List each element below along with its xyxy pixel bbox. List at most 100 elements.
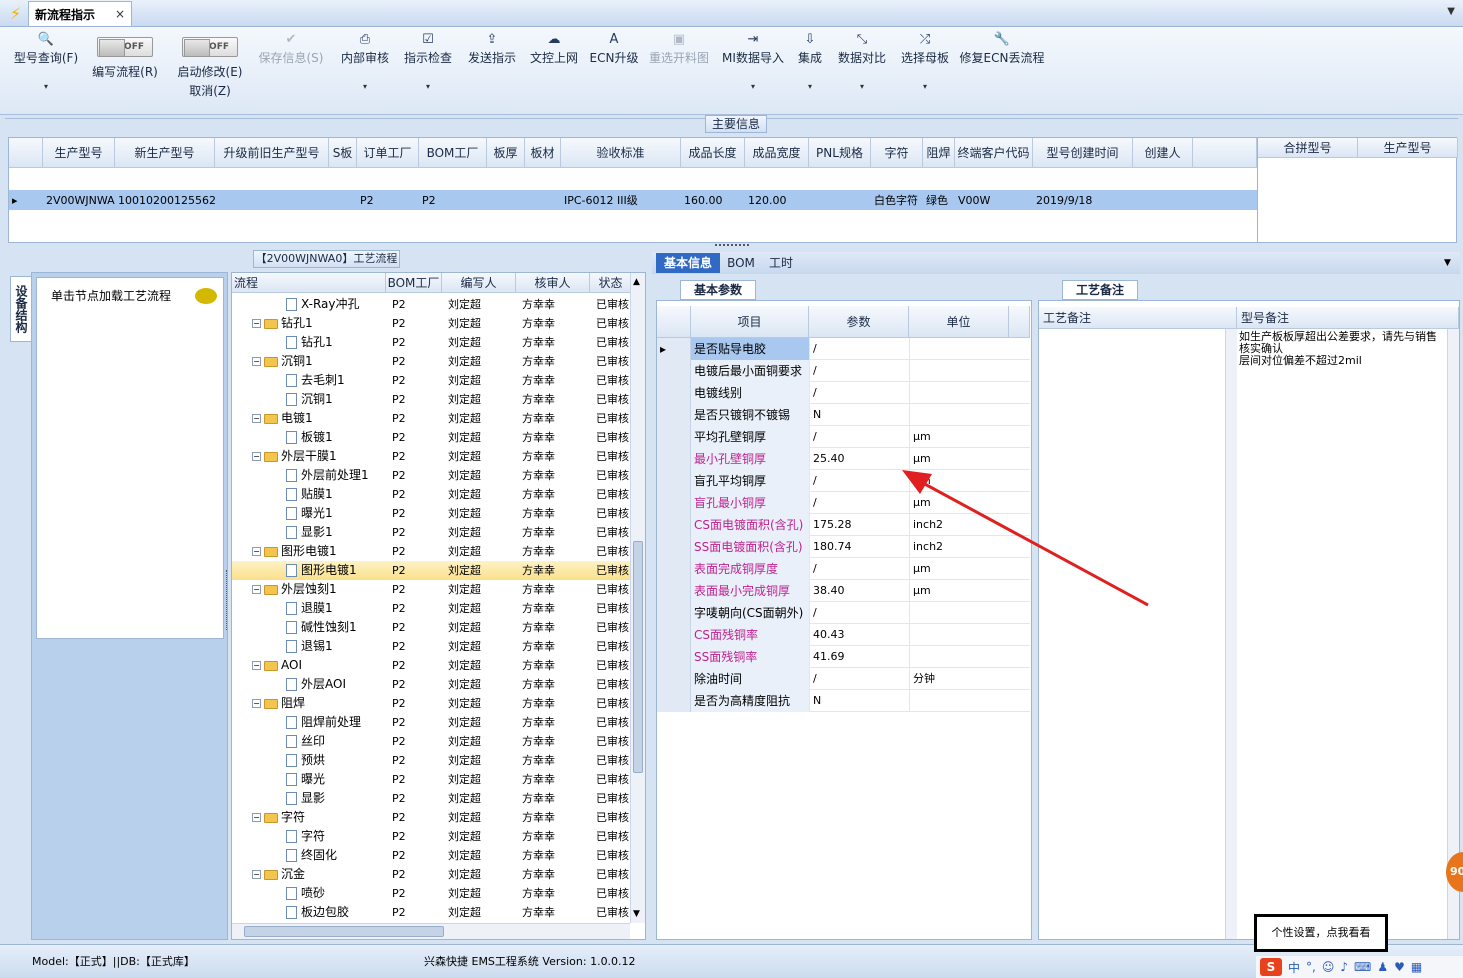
collapse-icon[interactable]: − [252,870,261,879]
row-header[interactable] [657,668,691,690]
column-header[interactable]: 终端客户代码 [955,138,1033,168]
tree-row[interactable]: 图形电镀1 P2 刘定超 方幸幸 已审核 [232,561,632,580]
row-header[interactable] [657,404,691,426]
tree-row[interactable]: 碱性蚀刻1 P2 刘定超 方幸幸 已审核 [232,618,632,637]
row-header[interactable] [657,382,691,404]
left-splitter[interactable] [226,570,230,630]
tree-node[interactable]: − 钻孔1 [252,314,386,333]
tree-node[interactable]: 终固化 [286,846,386,865]
dropdown-arrow-icon[interactable]: ▾ [718,82,788,91]
tree-row[interactable]: 钻孔1 P2 刘定超 方幸幸 已审核 [232,333,632,352]
tree-node[interactable]: 板边包胶 [286,903,386,922]
table-cell[interactable]: 白色字符 [871,190,923,210]
param-value[interactable]: 40.43 [809,624,909,646]
dropdown-arrow-icon[interactable]: ▾ [896,82,954,91]
param-row[interactable]: 平均孔壁铜厚 / μm [657,426,1030,448]
table-cell[interactable]: P2 [357,190,419,210]
toolbar-button-14[interactable]: 🔧 修复ECN丢流程 [958,31,1046,111]
tab-detail-2[interactable]: 工时 [764,253,798,273]
chevron-down-icon[interactable]: ▼ [1444,258,1451,268]
tree-node[interactable]: X-Ray冲孔 [286,295,386,314]
param-row[interactable]: CS面残铜率 40.43 [657,624,1030,646]
tree-row[interactable]: − 电镀1 P2 刘定超 方幸幸 已审核 [232,409,632,428]
column-header[interactable]: PNL规格 [809,138,871,168]
tree-node[interactable]: 贴膜1 [286,485,386,504]
ime-punct-icon[interactable]: °, [1306,960,1316,974]
row-header[interactable] [657,646,691,668]
tab-detail-0[interactable]: 基本信息 [656,253,720,273]
column-header[interactable]: 单位 [909,306,1009,338]
collapse-icon[interactable]: − [252,319,261,328]
table-cell[interactable] [525,190,561,210]
ime-user-icon[interactable]: ♟ [1377,960,1388,974]
tree-row[interactable]: 贴膜1 P2 刘定超 方幸幸 已审核 [232,485,632,504]
tree-row[interactable]: − 图形电镀1 P2 刘定超 方幸幸 已审核 [232,542,632,561]
tree-node[interactable]: 外层前处理1 [286,466,386,485]
toolbar-button-4[interactable]: ⎙ 内部审核 ▾ [336,31,394,111]
ime-chinese-icon[interactable]: 中 [1288,959,1300,976]
row-header[interactable] [657,492,691,514]
column-header[interactable]: 订单工厂 [357,138,419,168]
remark-scrollbar-2[interactable] [1447,329,1459,939]
scroll-down-arrow[interactable]: ▼ [633,909,640,919]
splitter-handle[interactable] [715,244,749,248]
toolbar-button-9[interactable]: ▣ 重选开料图 [646,31,712,111]
row-header[interactable] [657,360,691,382]
tree-row[interactable]: 曝光1 P2 刘定超 方幸幸 已审核 [232,504,632,523]
tree-row[interactable]: − 沉铜1 P2 刘定超 方幸幸 已审核 [232,352,632,371]
toolbar-button-2[interactable]: OFF 启动修改(E) 取消(Z) [174,31,246,111]
column-header[interactable]: 生产型号 [1358,138,1458,158]
column-header[interactable]: BOM工厂 [419,138,487,168]
param-value[interactable]: / [809,668,909,690]
tree-row[interactable]: 板边包胶 P2 刘定超 方幸幸 已审核 [232,903,632,922]
row-header[interactable] [657,580,691,602]
collapse-icon[interactable]: − [252,813,261,822]
tree-row[interactable]: 丝印 P2 刘定超 方幸幸 已审核 [232,732,632,751]
scroll-up-arrow[interactable]: ▲ [633,277,640,287]
param-row[interactable]: 是否只镀铜不镀锡 N [657,404,1030,426]
toolbar-button-7[interactable]: ☁ 文控上网 [526,31,582,111]
tree-node[interactable]: − 沉金 [252,865,386,884]
process-scrollbar[interactable]: ▲ ▼ [630,273,645,923]
dropdown-arrow-icon[interactable]: ▾ [400,82,456,91]
tree-row[interactable]: 外层AOI P2 刘定超 方幸幸 已审核 [232,675,632,694]
param-value[interactable]: / [809,382,909,404]
tree-node[interactable]: − 外层蚀刻1 [252,580,386,599]
row-header[interactable] [657,448,691,470]
ime-emoji-icon[interactable]: ☺ [1322,960,1335,974]
tree-row[interactable]: − 沉金 P2 刘定超 方幸幸 已审核 [232,865,632,884]
column-header[interactable]: 生产型号 [43,138,115,168]
tab-new-process[interactable]: 新流程指示 × [28,1,132,26]
row-header[interactable] [657,690,691,712]
tree-node[interactable]: − 阻焊 [252,694,386,713]
row-header[interactable] [657,514,691,536]
row-header[interactable] [657,536,691,558]
table-cell[interactable]: 2019/9/18 [1033,190,1133,210]
tab-equipment-structure[interactable]: 设备结构 [10,276,32,342]
tree-node[interactable]: − 字符 [252,808,386,827]
tree-row[interactable]: 去毛刺1 P2 刘定超 方幸幸 已审核 [232,371,632,390]
column-header[interactable]: 状态 [590,273,632,293]
tree-row[interactable]: 阻焊前处理 P2 刘定超 方幸幸 已审核 [232,713,632,732]
param-row[interactable]: 电镀后最小面铜要求 / [657,360,1030,382]
column-header[interactable]: BOM工厂 [386,273,442,293]
collapse-icon[interactable]: − [252,585,261,594]
column-header[interactable]: 项目 [691,306,809,338]
close-icon[interactable]: × [115,7,125,21]
column-header[interactable]: 板厚 [487,138,525,168]
table-cell[interactable]: P2 [419,190,487,210]
toggle-switch[interactable]: OFF [97,37,153,57]
tree-node[interactable]: 曝光 [286,770,386,789]
tree-row[interactable]: 沉铜1 P2 刘定超 方幸幸 已审核 [232,390,632,409]
toolbar-button-3[interactable]: ✔ 保存信息(S) [254,31,328,111]
model-remark-text[interactable]: 如生产板板厚超出公差要求，请先与销售核实确认 层间对位偏差不超过2mil [1239,331,1439,367]
remark-scrollbar[interactable] [1225,329,1237,939]
column-header[interactable]: 流程 [232,273,386,293]
tree-node[interactable]: 阻焊前处理 [286,713,386,732]
param-row[interactable]: 电镀线别 / [657,382,1030,404]
toolbar-button-13[interactable]: ⤮ 选择母板 ▾ [896,31,954,111]
column-header[interactable]: 升级前旧生产型号 [215,138,329,168]
tree-node[interactable]: 图形电镀1 [286,561,386,580]
tree-row[interactable]: X-Ray冲孔 P2 刘定超 方幸幸 已审核 [232,295,632,314]
tree-node[interactable]: 退锡1 [286,637,386,656]
